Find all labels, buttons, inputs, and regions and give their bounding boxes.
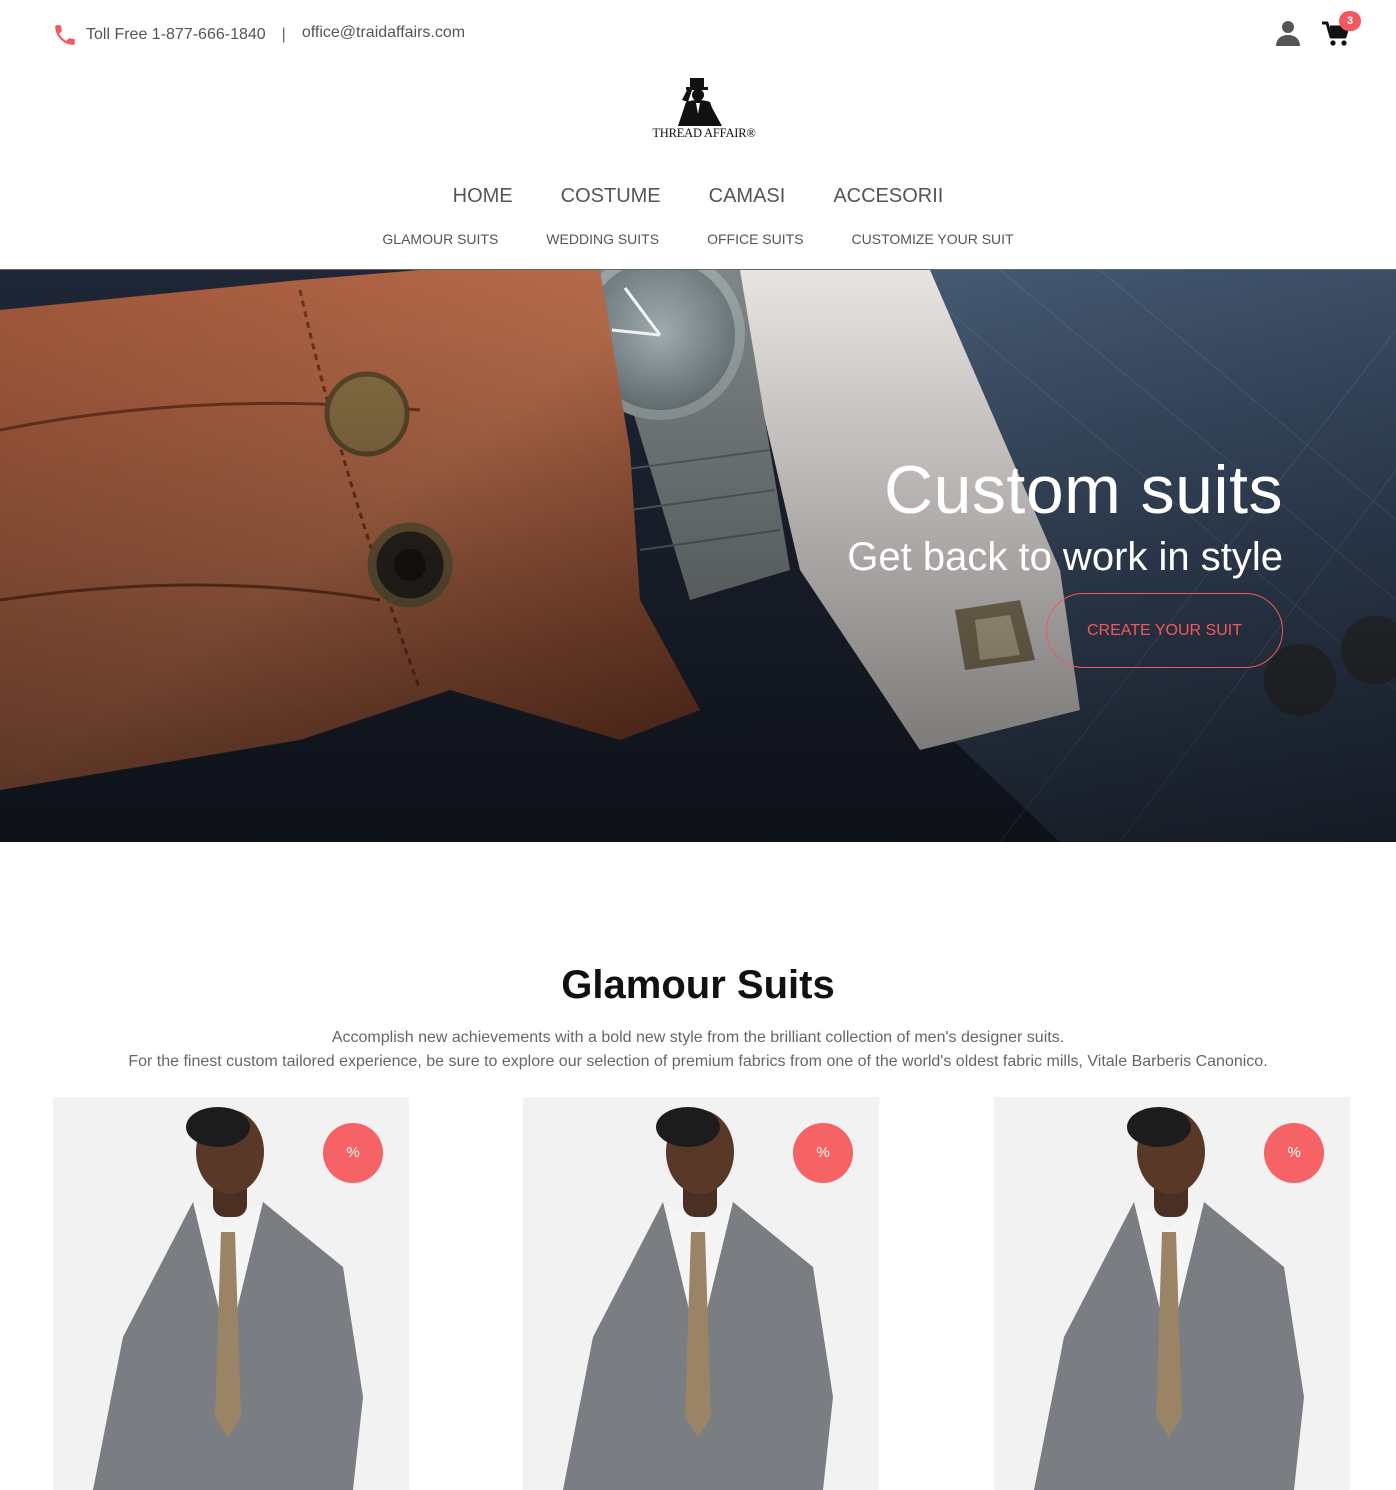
product-card[interactable]: %	[523, 1097, 879, 1490]
subnav-item-wedding-suits[interactable]: WEDDING SUITS	[546, 231, 659, 247]
discount-badge: %	[1264, 1123, 1324, 1183]
nav-item-costume[interactable]: COSTUME	[561, 185, 661, 208]
section-title: Glamour Suits	[0, 963, 1396, 1008]
email-link[interactable]: office@traidaffairs.com	[302, 24, 465, 42]
hero-banner: Custom suits Get back to work in style C…	[0, 270, 1396, 842]
logo-gentleman-icon	[678, 78, 722, 126]
top-bar: Toll Free 1-877-666-1840 | office@traida…	[0, 0, 1396, 70]
discount-badge: %	[793, 1123, 853, 1183]
section-title-light: Glamour	[561, 963, 737, 1007]
section-title-bold: Suits	[736, 963, 835, 1007]
subnav-item-office-suits[interactable]: OFFICE SUITS	[707, 231, 803, 247]
contact-info: Toll Free 1-877-666-1840 | office@traida…	[52, 22, 465, 48]
create-your-suit-button[interactable]: CREATE YOUR SUIT	[1046, 593, 1283, 668]
phone-icon	[52, 22, 78, 48]
sub-nav: GLAMOUR SUITS WEDDING SUITS OFFICE SUITS…	[0, 231, 1396, 247]
hero-subtitle: Get back to work in style	[847, 535, 1283, 579]
subnav-item-customize-your-suit[interactable]: CUSTOMIZE YOUR SUIT	[852, 231, 1014, 247]
logo-text: THREAD AFFAIR®	[652, 126, 756, 140]
section-description-line2: For the finest custom tailored experienc…	[128, 1053, 1268, 1070]
nav-item-home[interactable]: HOME	[453, 185, 513, 208]
nav-item-camasi[interactable]: CAMASI	[709, 185, 786, 208]
discount-badge: %	[323, 1123, 383, 1183]
hero-title: Custom suits	[884, 452, 1283, 528]
subnav-item-glamour-suits[interactable]: GLAMOUR SUITS	[382, 231, 498, 247]
cart-count-badge: 3	[1339, 11, 1361, 31]
brand-logo[interactable]: THREAD AFFAIR®	[652, 74, 756, 146]
main-nav: HOME COSTUME CAMASI ACCESORII	[0, 185, 1396, 208]
product-card[interactable]: %	[53, 1097, 409, 1490]
nav-item-accesorii[interactable]: ACCESORII	[833, 185, 943, 208]
phone-number[interactable]: Toll Free 1-877-666-1840	[86, 26, 266, 44]
contact-separator: |	[281, 26, 286, 43]
user-icon[interactable]	[1276, 20, 1300, 46]
product-card[interactable]: %	[994, 1097, 1350, 1490]
section-description: Accomplish new achievements with a bold …	[0, 1026, 1396, 1074]
section-description-line1: Accomplish new achievements with a bold …	[331, 1029, 1065, 1046]
